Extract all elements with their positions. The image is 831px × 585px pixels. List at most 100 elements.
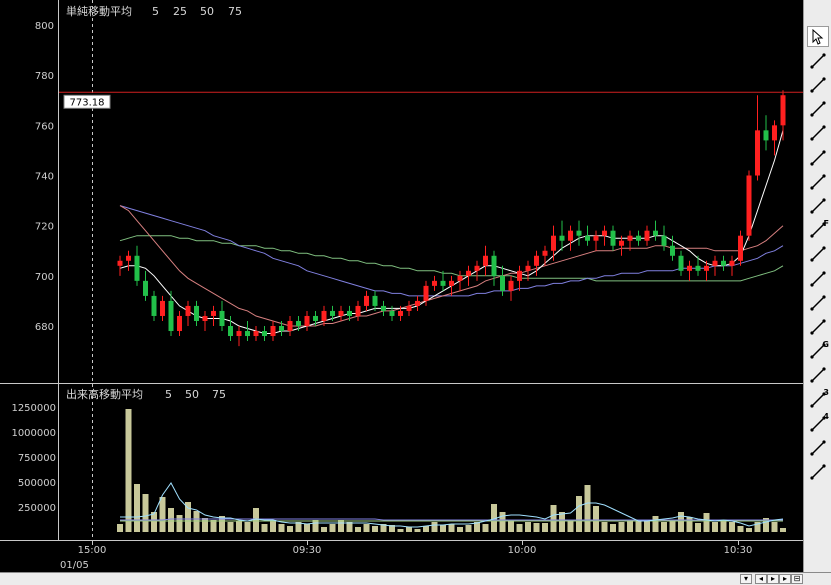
volume-bar: [559, 512, 565, 532]
ma50-legend-label: 50: [200, 5, 214, 18]
candle-body: [491, 255, 497, 276]
volume-bar: [720, 520, 727, 532]
eraser-icon[interactable]: [807, 50, 829, 71]
speed-lines-icon[interactable]: [807, 244, 829, 265]
candle-body: [389, 310, 395, 316]
horizontal-levels-icon[interactable]: [807, 292, 829, 313]
scroll-right-button[interactable]: ▸: [767, 574, 779, 584]
toolbar-label: 3: [823, 388, 829, 397]
angle-line-icon[interactable]: [807, 171, 829, 192]
trend-line-icon[interactable]: [807, 147, 829, 168]
volume-bar: [227, 522, 234, 532]
vertical-line-icon[interactable]: [807, 99, 829, 120]
scroll-left-button[interactable]: ◂: [755, 574, 767, 584]
volume-bar: [236, 521, 242, 532]
scroll-last-button[interactable]: ▸: [779, 574, 791, 584]
volume-bar: [440, 525, 446, 532]
candle-body: [304, 315, 310, 326]
candle-body: [687, 265, 692, 271]
time-tick-label: 15:00: [78, 545, 107, 556]
volume-bar: [465, 525, 472, 532]
candle-body: [415, 300, 420, 306]
volume-bar: [142, 494, 149, 532]
volume-bar: [678, 512, 684, 532]
candle-body: [508, 280, 514, 291]
current-price-label: 773.18: [70, 97, 105, 108]
toolbar-label: G: [822, 339, 829, 349]
volume-tick-label: 500000: [18, 478, 56, 489]
candle-body: [678, 255, 684, 271]
volume-bar: [618, 522, 625, 532]
scroll-first-button[interactable]: ▾: [740, 574, 752, 584]
volume-bar: [397, 529, 404, 532]
toolbar-label: F: [823, 218, 829, 228]
candle-body: [738, 235, 743, 261]
candle-body: [636, 235, 641, 241]
parallel-channel-icon[interactable]: [807, 365, 829, 386]
time-tick-label: 09:30: [293, 545, 322, 556]
fibonacci-fan-icon[interactable]: [807, 268, 829, 289]
volume-bar: [202, 518, 208, 532]
candle-body: [253, 331, 259, 337]
volume-bar: [176, 515, 183, 532]
volume-bar: [661, 522, 667, 532]
candle-body: [364, 295, 369, 306]
four-line-icon[interactable]: 4: [807, 412, 829, 434]
horizontal-line-icon[interactable]: [807, 74, 829, 95]
ray-line-icon[interactable]: [807, 316, 829, 337]
volume-bar: [134, 484, 140, 532]
fan-lines-icon[interactable]: [807, 195, 829, 216]
candle-body: [330, 310, 335, 316]
cursor-arrow-icon[interactable]: [807, 26, 829, 47]
multi-point-icon[interactable]: [807, 462, 829, 483]
volume-bar: [372, 526, 378, 532]
volume-tick-label: 1000000: [11, 428, 56, 439]
volume-bar: [312, 520, 319, 532]
date-label: 01/05: [60, 560, 89, 571]
candle-body: [245, 331, 250, 337]
three-line-icon[interactable]: 3: [807, 388, 829, 410]
price-tick-label: 740: [35, 172, 54, 183]
gann-angle-icon[interactable]: G: [807, 339, 829, 362]
candle-body: [457, 275, 463, 281]
fibonacci-retracement-icon[interactable]: F: [807, 218, 829, 241]
candle-body: [423, 285, 429, 301]
volume-bar: [542, 523, 548, 532]
volume-bar: [533, 523, 540, 532]
volume-bar: [567, 520, 574, 532]
volume-bar: [431, 522, 438, 532]
candle-body: [372, 295, 378, 306]
volume-bar: [414, 529, 421, 532]
scroll-end-button[interactable]: ⊟: [791, 574, 803, 584]
volume-bar: [338, 520, 344, 532]
candle-body: [525, 265, 531, 271]
volume-bar: [499, 512, 506, 532]
candle-body: [772, 125, 777, 141]
volume-bar: [550, 505, 557, 532]
volume-bar: [355, 527, 361, 532]
volume-bar: [686, 517, 693, 532]
volume-bar: [508, 520, 514, 532]
time-tick-label: 10:30: [724, 545, 753, 556]
volume-bar: [703, 513, 710, 532]
candle-body: [474, 265, 480, 271]
candle-body: [143, 280, 148, 296]
candle-body: [593, 235, 599, 241]
volume-bar: [304, 524, 310, 532]
candlestick-chart[interactable]: 単純移動平均 5 25 50 75 出来高移動平均 5 50 75 680 700…: [0, 0, 803, 572]
volume-bar: [601, 522, 608, 532]
columns-icon[interactable]: [807, 437, 829, 458]
candle-body: [406, 305, 412, 311]
candle-body: [185, 305, 191, 316]
volume-tick-label: 250000: [18, 503, 56, 514]
candle-body: [177, 315, 182, 332]
volume-bar: [168, 508, 174, 532]
volume-bar: [737, 526, 744, 532]
volume-bar: [610, 524, 616, 532]
volume-legend-title: 出来高移動平均: [66, 387, 143, 401]
volume-bar: [270, 520, 276, 532]
horizontal-scrollbar[interactable]: ▾ ◂ ▸ ▸ ⊟: [0, 572, 831, 585]
candle-body: [440, 280, 446, 286]
cross-lines-icon[interactable]: [807, 123, 829, 144]
volume-bar: [780, 528, 786, 532]
